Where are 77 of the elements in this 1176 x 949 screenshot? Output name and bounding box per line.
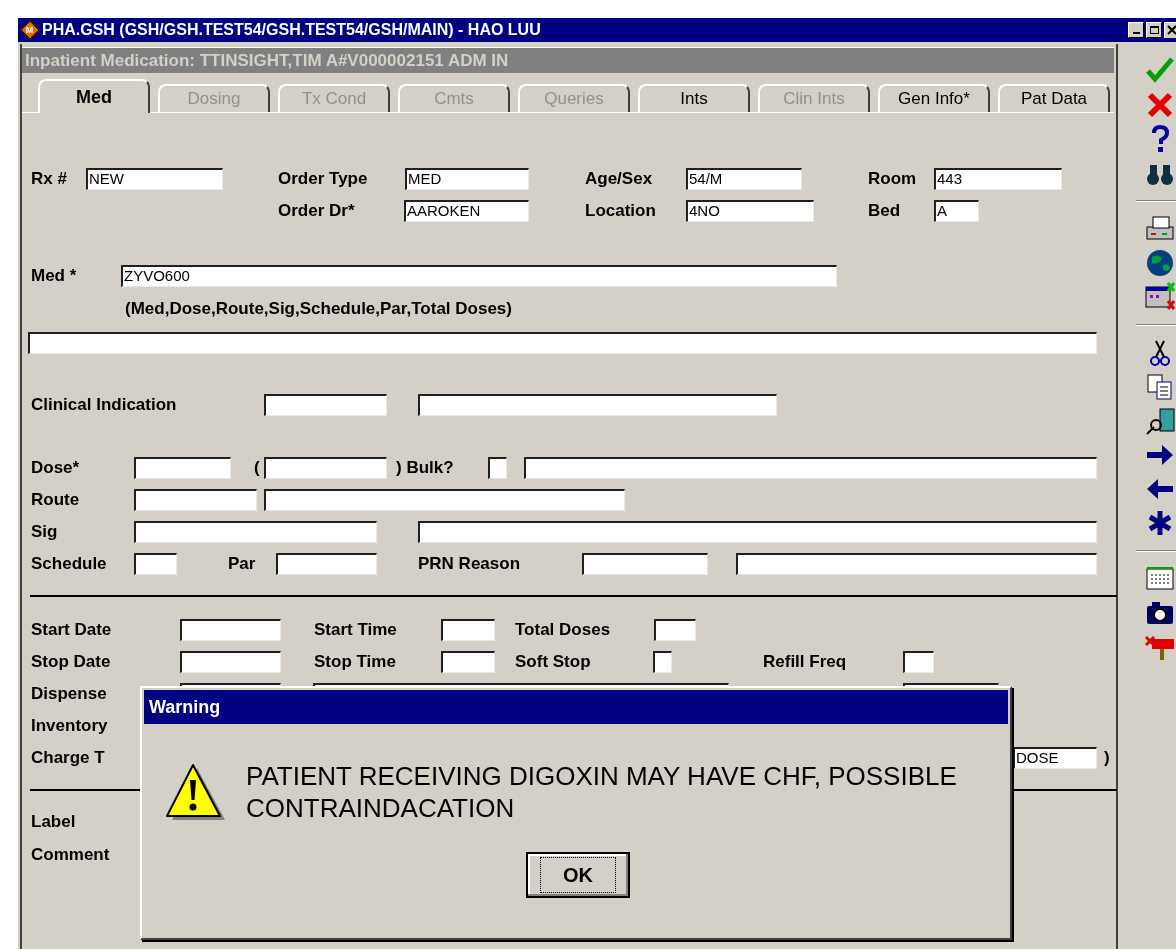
- warning-message: PATIENT RECEIVING DIGOXIN MAY HAVE CHF, POSSIBLE: [246, 760, 957, 792]
- input-field[interactable]: DOSE: [1013, 747, 1097, 769]
- field-label: Charge T: [31, 747, 106, 770]
- field-label: Start Date: [31, 619, 113, 642]
- checkbox[interactable]: [653, 651, 672, 673]
- ok-button[interactable]: OK: [526, 852, 630, 898]
- window-title: PHA.GSH (GSH/GSH.TEST54/GSH.TEST54/GSH/MAIN) - HAO LUU: [42, 20, 541, 40]
- hint-text: (Med,Dose,Route,Sig,Schedule,Par,Total Doses): [125, 298, 513, 321]
- field-label: Order Type: [278, 168, 369, 191]
- input-field[interactable]: 54/M: [686, 168, 802, 190]
- field-label: Room: [868, 168, 918, 191]
- input-field[interactable]: [264, 394, 387, 416]
- input-field[interactable]: 4NO: [686, 200, 814, 222]
- input-field[interactable]: [134, 489, 257, 511]
- minimize-button[interactable]: [1128, 22, 1144, 38]
- field-label: Start Time: [314, 619, 398, 642]
- input-field[interactable]: [264, 489, 625, 511]
- field-label: Sig: [31, 521, 59, 544]
- input-field[interactable]: [418, 394, 777, 416]
- input-field[interactable]: [134, 521, 377, 543]
- dialog-title: Warning: [149, 695, 221, 719]
- field-label: Stop Time: [314, 651, 397, 674]
- input-field[interactable]: [418, 521, 1097, 543]
- input-field[interactable]: ZYVO600: [121, 265, 837, 287]
- warning-message: CONTRAINDACATION: [246, 792, 516, 824]
- field-label: Age/Sex: [585, 168, 654, 191]
- input-field[interactable]: [524, 457, 1097, 479]
- field-label: Dose*: [31, 457, 81, 480]
- field-label: Label: [31, 811, 77, 834]
- field-label: ): [1104, 747, 1111, 770]
- field-label: Stop Date: [31, 651, 112, 674]
- input-field[interactable]: [134, 457, 231, 479]
- input-field[interactable]: A: [934, 200, 979, 222]
- input-field[interactable]: [654, 619, 696, 641]
- input-field[interactable]: NEW: [86, 168, 223, 190]
- field-label: Refill Freq: [763, 651, 848, 674]
- field-label: Clinical Indication: [31, 394, 178, 417]
- tab[interactable]: Med: [38, 79, 150, 113]
- field-label: (: [254, 457, 261, 480]
- tab[interactable]: Ints: [638, 84, 750, 112]
- input-field[interactable]: [441, 619, 495, 641]
- close-button[interactable]: [1164, 22, 1176, 38]
- globe-icon[interactable]: [1144, 247, 1176, 279]
- input-field[interactable]: AAROKEN: [404, 200, 529, 222]
- input-field[interactable]: MED: [405, 168, 529, 190]
- input-field[interactable]: [28, 332, 1097, 354]
- tab[interactable]: Gen Info*: [878, 84, 990, 112]
- input-field[interactable]: [736, 553, 1097, 575]
- checkbox[interactable]: [488, 457, 507, 479]
- field-label: Med *: [31, 265, 78, 288]
- input-field[interactable]: [582, 553, 708, 575]
- field-label: PRN Reason: [418, 553, 522, 576]
- input-field[interactable]: [134, 553, 177, 575]
- input-field[interactable]: [264, 457, 387, 479]
- field-label: Soft Stop: [515, 651, 592, 674]
- field-label: Dispense: [31, 683, 108, 706]
- field-label: Inventory: [31, 715, 109, 738]
- input-field[interactable]: [441, 651, 495, 673]
- field-label: Rx #: [31, 168, 68, 191]
- field-label: Route: [31, 489, 81, 512]
- field-label: Location: [585, 200, 657, 223]
- field-label: Comment: [31, 844, 111, 867]
- field-label: Schedule: [31, 553, 108, 576]
- field-label: Total Doses: [515, 619, 612, 642]
- input-field[interactable]: [180, 651, 281, 673]
- field-label: Par: [228, 553, 257, 576]
- app-logo: M: [20, 20, 40, 40]
- input-field[interactable]: [903, 651, 934, 673]
- maximize-button[interactable]: [1146, 22, 1162, 38]
- tab[interactable]: Pat Data: [998, 84, 1110, 112]
- input-field[interactable]: [276, 553, 377, 575]
- input-field[interactable]: 443: [934, 168, 1062, 190]
- patient-header: Inpatient Medication: TTINSIGHT,TIM A#V000002151 ADM IN: [22, 47, 1114, 73]
- input-field[interactable]: [180, 619, 281, 641]
- field-label: Bed: [868, 200, 902, 223]
- field-label: Order Dr*: [278, 200, 356, 223]
- field-label: ) Bulk?: [396, 457, 455, 480]
